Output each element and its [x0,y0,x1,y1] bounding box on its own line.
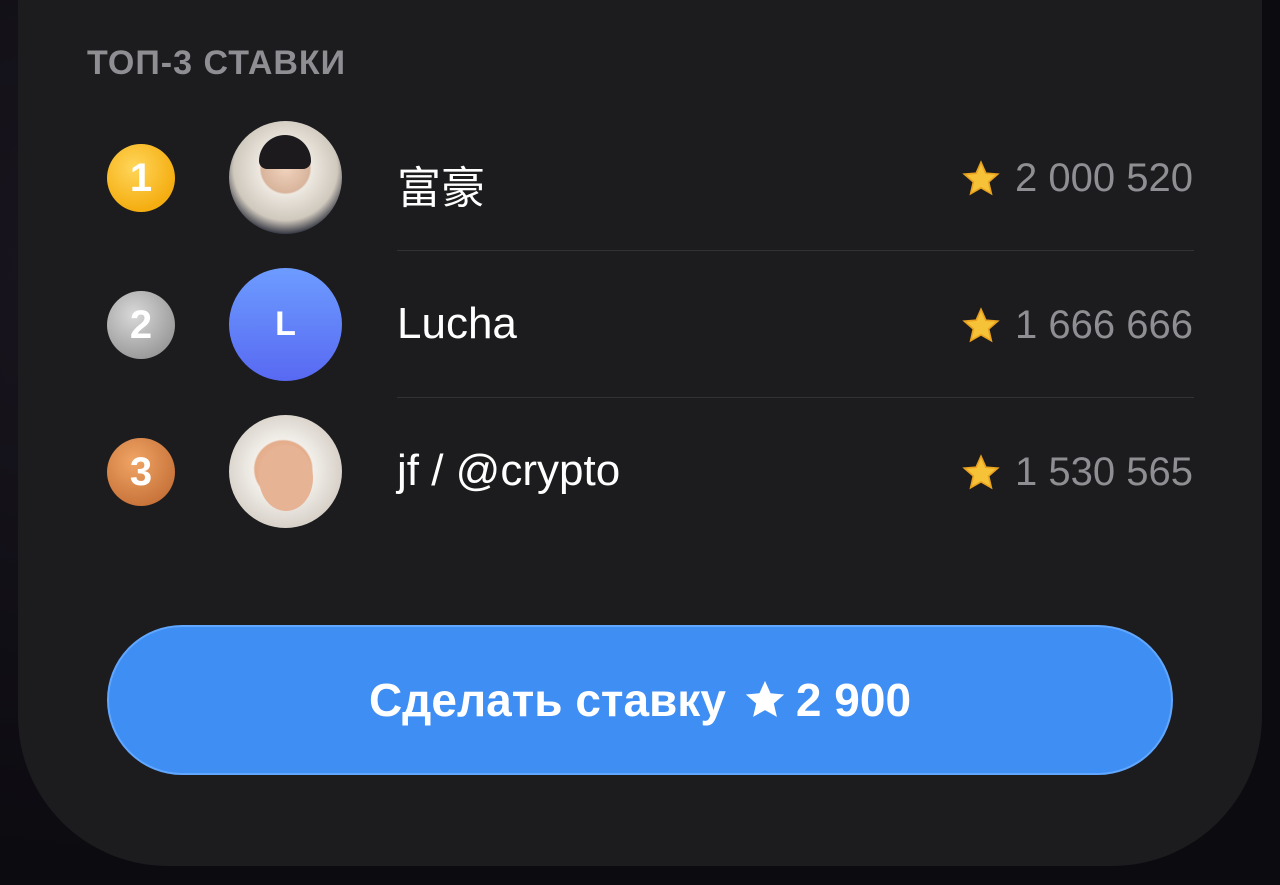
bid-amount: 1 530 565 [961,450,1193,495]
bid-amount: 2 000 520 [961,156,1193,201]
user-name: Lucha [397,299,517,348]
leaderboard-row-1[interactable]: 1 富豪 2 000 520 [0,104,1280,251]
leaderboard-row-3[interactable]: 3 jf / @crypto 1 530 565 [0,398,1280,545]
star-icon [745,680,785,717]
place-bid-label: Сделать ставку [368,674,726,726]
avatar[interactable] [229,121,342,234]
bid-amount: 1 666 666 [961,303,1193,348]
star-icon [962,159,1000,195]
bid-amount-value: 2 000 520 [1015,156,1193,200]
place-bid-button[interactable]: Сделать ставку 2 900 [107,625,1173,775]
avatar[interactable]: L [229,268,342,381]
user-name: 富豪 [397,164,485,213]
leaderboard-row-2[interactable]: 2 L Lucha 1 666 666 [0,251,1280,398]
rank-badge: 2 [107,291,175,359]
star-icon [962,453,1000,489]
place-bid-amount: 2 900 [795,674,912,726]
user-name: jf / @crypto [397,446,621,495]
avatar[interactable] [229,415,342,528]
bid-amount-value: 1 666 666 [1015,303,1193,347]
rank-badge: 1 [107,144,175,212]
bid-amount-value: 1 530 565 [1015,450,1193,494]
rank-badge: 3 [107,438,175,506]
section-title: ТОП-3 СТАВКИ [87,44,347,82]
star-icon [962,306,1000,342]
